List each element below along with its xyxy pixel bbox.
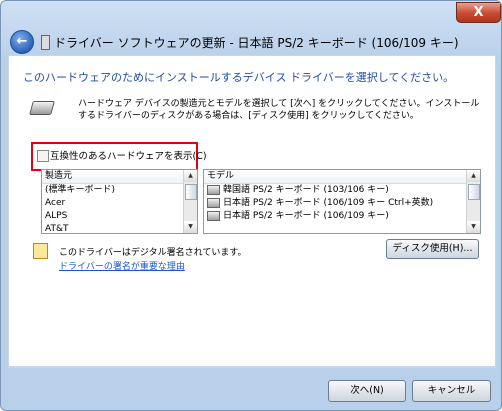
model-header: モデル: [204, 170, 480, 184]
navigation-bar: ← ドライバー ソフトウェアの更新 - 日本語 PS/2 キーボード (106/…: [7, 29, 497, 55]
manufacturer-list[interactable]: 製造元 (標準キーボード) Acer ALPS AT&T ▲ ▼: [41, 169, 198, 234]
page-heading: このハードウェアのためにインストールするデバイス ドライバーを選択してください。: [23, 71, 455, 84]
driver-update-window: X ← ドライバー ソフトウェアの更新 - 日本語 PS/2 キーボード (10…: [0, 0, 502, 411]
keyboard-icon: [207, 184, 220, 195]
manufacturer-item[interactable]: AT&T: [42, 223, 197, 233]
model-label: 日本語 PS/2 キーボード (106/109 キー): [223, 211, 389, 221]
scroll-thumb[interactable]: [185, 184, 197, 200]
scroll-up-arrow-icon[interactable]: ▲: [467, 170, 480, 182]
manufacturer-item[interactable]: (標準キーボード): [42, 184, 197, 197]
scroll-thumb[interactable]: [468, 184, 480, 200]
manufacturer-item[interactable]: ALPS: [42, 210, 197, 223]
device-icon: [41, 35, 50, 50]
model-label: 日本語 PS/2 キーボード (106/109 キー Ctrl+英数): [223, 198, 434, 208]
disk-button[interactable]: ディスク使用(H)...: [386, 239, 479, 259]
scroll-down-arrow-icon[interactable]: ▼: [184, 221, 197, 233]
model-item[interactable]: 日本語 PS/2 キーボード (106/109 キー): [204, 210, 480, 223]
title-bar: X: [1, 1, 501, 29]
next-button[interactable]: 次へ(N): [328, 380, 406, 402]
manufacturer-scrollbar[interactable]: ▲ ▼: [183, 170, 197, 233]
model-label: 韓国語 PS/2 キーボード (103/106 キー): [223, 185, 389, 195]
scroll-up-arrow-icon[interactable]: ▲: [184, 170, 197, 182]
window-title: ドライバー ソフトウェアの更新 - 日本語 PS/2 キーボード (106/10…: [54, 36, 459, 50]
keyboard-icon: [207, 210, 220, 221]
instruction-text: ハードウェア デバイスの製造元とモデルを選択して [次へ] をクリックしてくださ…: [78, 99, 480, 121]
compatible-hardware-label[interactable]: 互換性のあるハードウェアを表示(C): [50, 148, 207, 162]
model-scrollbar[interactable]: ▲ ▼: [466, 170, 480, 233]
keyboard-icon: [207, 197, 220, 208]
signed-certificate-icon: [33, 243, 48, 259]
signed-status-text: このドライバーはデジタル署名されています。: [59, 248, 247, 258]
close-button[interactable]: X: [456, 2, 501, 23]
model-item[interactable]: 日本語 PS/2 キーボード (106/109 キー Ctrl+英数): [204, 197, 480, 210]
keyboard-icon: [29, 101, 55, 115]
back-button[interactable]: ←: [10, 30, 34, 54]
cancel-button[interactable]: キャンセル: [412, 380, 491, 402]
manufacturer-item[interactable]: Acer: [42, 197, 197, 210]
divider: [8, 367, 496, 368]
signing-info-link[interactable]: ドライバーの署名が重要な理由: [59, 259, 185, 272]
manufacturer-header: 製造元: [42, 170, 197, 184]
compatible-hardware-checkbox[interactable]: [37, 150, 49, 162]
model-item[interactable]: 韓国語 PS/2 キーボード (103/106 キー): [204, 184, 480, 197]
model-list[interactable]: モデル 韓国語 PS/2 キーボード (103/106 キー) 日本語 PS/2…: [203, 169, 481, 234]
scroll-down-arrow-icon[interactable]: ▼: [467, 221, 480, 233]
